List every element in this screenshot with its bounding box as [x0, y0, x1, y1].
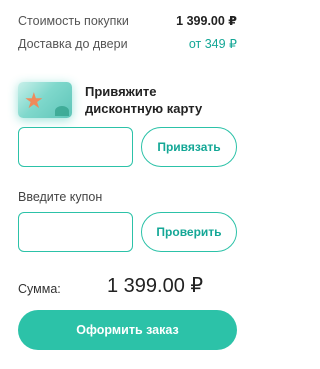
coupon-input[interactable] — [18, 212, 133, 252]
discount-card-image: ★ — [18, 82, 72, 118]
purchase-cost-label: Стоимость покупки — [18, 13, 129, 28]
starfish-icon: ★ — [24, 88, 44, 113]
discount-card-input[interactable] — [18, 127, 133, 167]
total-value: 1 399.00 ₽ — [107, 275, 204, 297]
discount-card-title-line2: дисконтную карту — [85, 101, 203, 116]
delivery-cost-row: Доставка до двери от 349 ₽ — [18, 36, 237, 52]
discount-card-title: Привяжите дисконтную карту — [85, 83, 202, 117]
purchase-cost-value: 1 399.00 ₽ — [176, 14, 237, 28]
bind-card-button[interactable]: Привязать — [141, 127, 237, 167]
discount-card-title-line1: Привяжите — [85, 84, 157, 99]
delivery-cost-label: Доставка до двери — [18, 36, 128, 51]
purchase-cost-row: Стоимость покупки 1 399.00 ₽ — [18, 13, 237, 29]
check-coupon-button[interactable]: Проверить — [141, 212, 237, 252]
checkout-button[interactable]: Оформить заказ — [18, 310, 237, 350]
plant-decoration — [55, 106, 69, 116]
delivery-cost-value: от 349 ₽ — [188, 37, 237, 51]
coupon-label: Введите купон — [18, 190, 103, 204]
total-label: Сумма: — [18, 282, 61, 296]
discount-card-block: ★ Привяжите дисконтную карту — [18, 80, 237, 120]
